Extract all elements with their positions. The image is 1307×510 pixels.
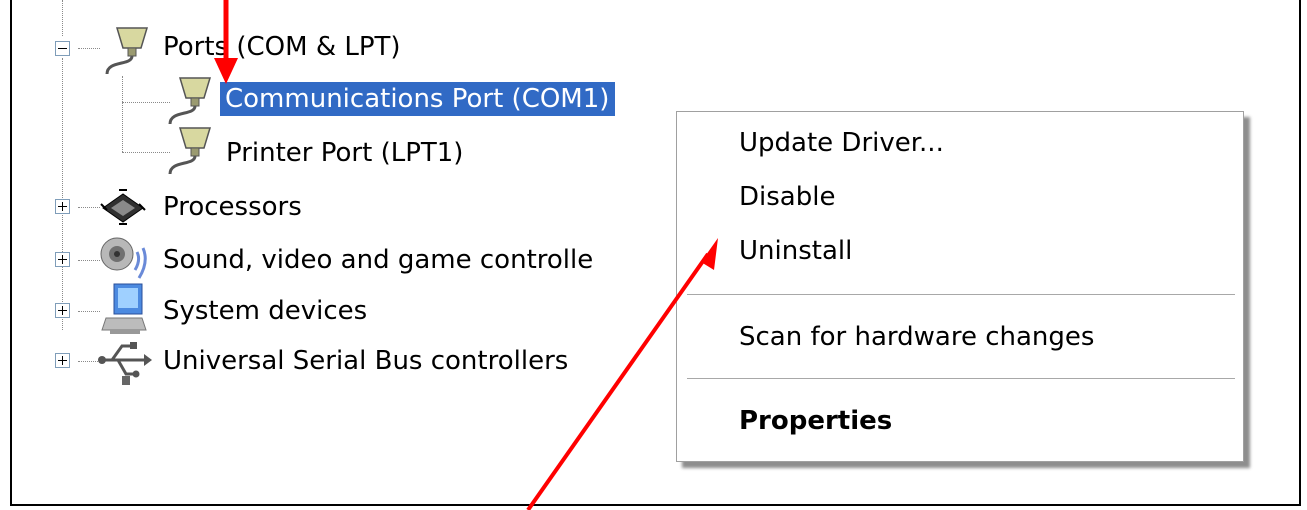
annotation-arrow-com1 — [214, 0, 238, 84]
annotation-overlay — [214, 0, 718, 510]
annotation-arrow-disable — [526, 238, 718, 510]
